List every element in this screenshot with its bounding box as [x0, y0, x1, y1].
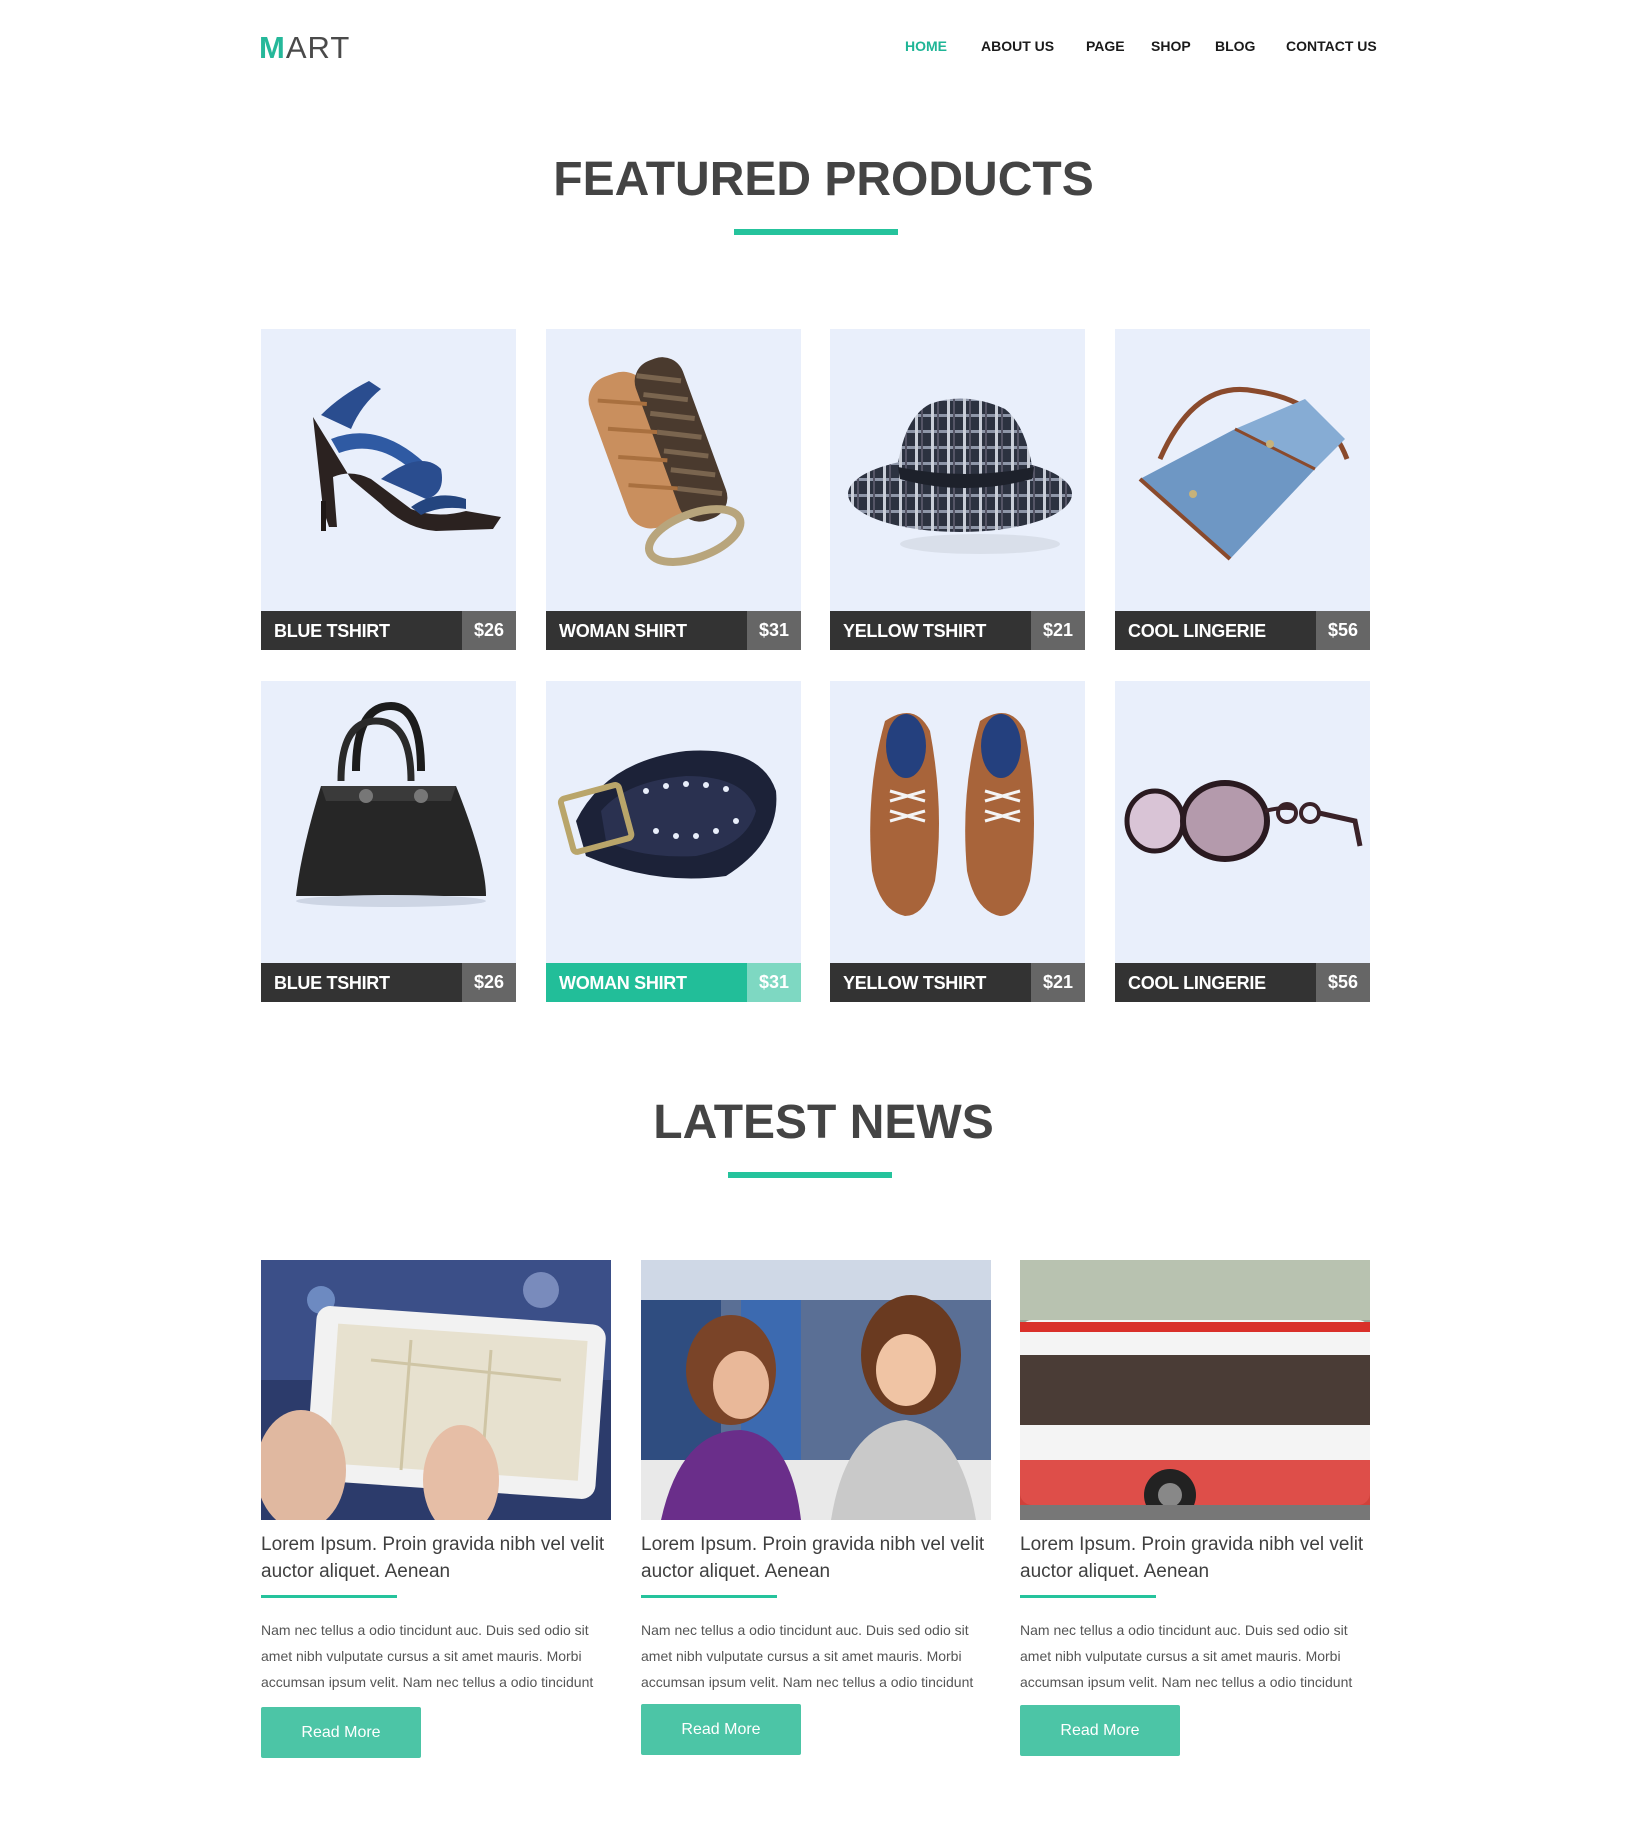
- product-bar: WOMAN SHIRT $31: [546, 963, 801, 1002]
- featured-title: FEATURED PRODUCTS: [553, 153, 1094, 206]
- nav-blog[interactable]: BLOG: [1215, 38, 1255, 54]
- site-logo[interactable]: MART: [259, 30, 350, 66]
- denim-shoulder-bag-image: [1138, 387, 1350, 561]
- product-price: $31: [747, 963, 801, 1002]
- product-bar: YELLOW TSHIRT $21: [830, 963, 1085, 1002]
- product-bar: BLUE TSHIRT $26: [261, 963, 516, 1002]
- product-name: COOL LINGERIE: [1128, 973, 1266, 993]
- product-price: $56: [1316, 611, 1370, 650]
- braided-belt-image: [588, 357, 745, 566]
- product-price: $21: [1031, 963, 1085, 1002]
- news-headline[interactable]: Lorem Ipsum. Proin gravida nibh vel veli…: [1020, 1531, 1380, 1585]
- product-card[interactable]: YELLOW TSHIRT $21: [830, 681, 1085, 1002]
- product-name: YELLOW TSHIRT: [843, 621, 987, 641]
- product-card[interactable]: BLUE TSHIRT $26: [261, 329, 516, 650]
- news-headline-underline: [261, 1595, 397, 1598]
- product-card[interactable]: WOMAN SHIRT $31: [546, 329, 801, 650]
- news-title-underline: [728, 1172, 892, 1178]
- read-more-button[interactable]: Read More: [641, 1704, 801, 1755]
- product-name: COOL LINGERIE: [1128, 621, 1266, 641]
- product-price: $56: [1316, 963, 1370, 1002]
- product-name: YELLOW TSHIRT: [843, 973, 987, 993]
- city-bus-photo[interactable]: [1020, 1260, 1370, 1520]
- students-library-photo[interactable]: [641, 1260, 991, 1520]
- product-card[interactable]: WOMAN SHIRT $31: [546, 681, 801, 1002]
- product-price: $26: [462, 963, 516, 1002]
- nav-page[interactable]: PAGE: [1086, 38, 1125, 54]
- product-price: $31: [747, 611, 801, 650]
- read-more-button[interactable]: Read More: [261, 1707, 421, 1758]
- news-excerpt: Nam nec tellus a odio tincidunt auc. Dui…: [1020, 1622, 1353, 1690]
- product-bar: YELLOW TSHIRT $21: [830, 611, 1085, 650]
- nav-home[interactable]: HOME: [905, 38, 947, 54]
- read-more-button[interactable]: Read More: [1020, 1705, 1180, 1756]
- news-headline[interactable]: Lorem Ipsum. Proin gravida nibh vel veli…: [641, 1531, 1001, 1585]
- product-bar: WOMAN SHIRT $31: [546, 611, 801, 650]
- leather-shoes-image: [870, 713, 1034, 916]
- tablet-map-photo[interactable]: [261, 1260, 611, 1520]
- product-card[interactable]: COOL LINGERIE $56: [1115, 329, 1370, 650]
- black-handbag-image: [296, 701, 486, 907]
- product-name: BLUE TSHIRT: [274, 973, 390, 993]
- product-name: WOMAN SHIRT: [559, 621, 687, 641]
- product-bar: BLUE TSHIRT $26: [261, 611, 516, 650]
- news-headline-underline: [1020, 1595, 1156, 1598]
- product-card[interactable]: COOL LINGERIE $56: [1115, 681, 1370, 1002]
- news-headline[interactable]: Lorem Ipsum. Proin gravida nibh vel veli…: [261, 1531, 621, 1585]
- news-title: LATEST NEWS: [653, 1096, 994, 1149]
- product-card[interactable]: BLUE TSHIRT $26: [261, 681, 516, 1002]
- product-bar: COOL LINGERIE $56: [1115, 963, 1370, 1002]
- news-excerpt: Nam nec tellus a odio tincidunt auc. Dui…: [641, 1622, 974, 1690]
- news-headline-underline: [641, 1595, 777, 1598]
- nav-contact-us[interactable]: CONTACT US: [1286, 38, 1377, 54]
- product-name: BLUE TSHIRT: [274, 621, 390, 641]
- news-excerpt: Nam nec tellus a odio tincidunt auc. Dui…: [261, 1622, 594, 1690]
- product-name: WOMAN SHIRT: [559, 973, 687, 993]
- product-price: $21: [1031, 611, 1085, 650]
- nav-shop[interactable]: SHOP: [1151, 38, 1191, 54]
- featured-title-underline: [734, 229, 898, 235]
- high-heel-sandal-image: [313, 381, 501, 531]
- product-card[interactable]: YELLOW TSHIRT $21: [830, 329, 1085, 650]
- product-bar: COOL LINGERIE $56: [1115, 611, 1370, 650]
- sunglasses-image: [1124, 780, 1363, 862]
- plaid-fedora-hat-image: [848, 398, 1072, 554]
- nav-about-us[interactable]: ABOUT US: [981, 38, 1054, 54]
- perforated-belt-image: [557, 750, 777, 879]
- product-price: $26: [462, 611, 516, 650]
